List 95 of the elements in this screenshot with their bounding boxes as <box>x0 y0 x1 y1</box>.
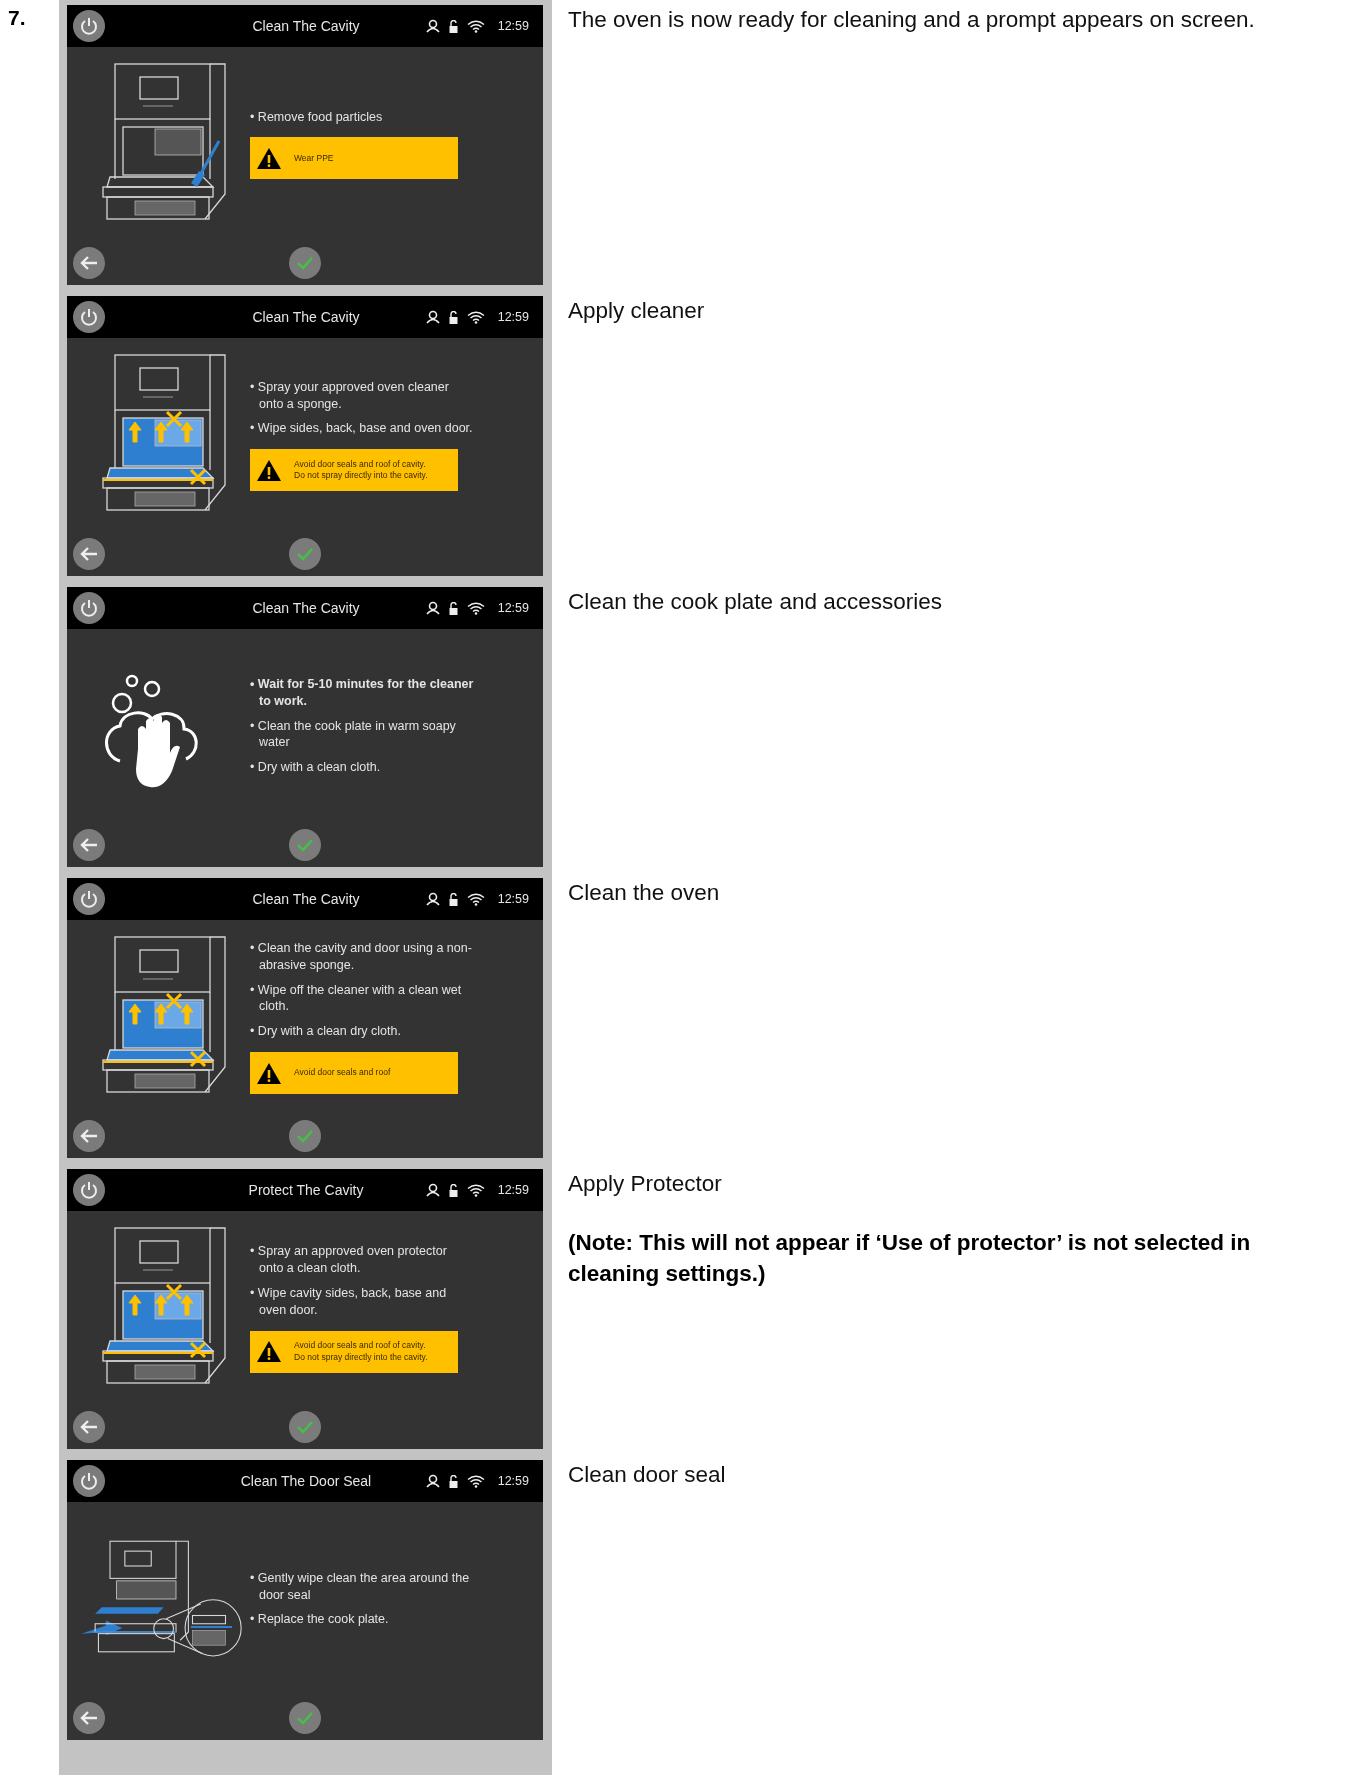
confirm-button[interactable] <box>289 247 321 279</box>
power-icon <box>79 307 99 327</box>
power-icon <box>79 598 99 618</box>
screen-title: Clean The Cavity <box>251 891 360 907</box>
instruction-text: • Clean the cavity and door using a non-abrasive sponge. <box>250 939 473 974</box>
confirm-button[interactable] <box>289 829 321 861</box>
check-icon <box>296 255 314 271</box>
screen-title: Clean The Cavity <box>251 309 360 325</box>
warning-text: Wear PPE <box>294 152 334 165</box>
instruction-text: • Clean the cook plate in warm soapy water <box>250 717 457 752</box>
power-icon <box>79 889 99 909</box>
instruction-text: • Wipe sides, back, base and oven door. <box>250 420 474 438</box>
arrow-left-icon <box>79 837 99 853</box>
lock-icon <box>448 1474 458 1488</box>
user-icon <box>425 19 440 33</box>
lock-icon <box>448 601 458 615</box>
check-icon <box>296 1128 314 1144</box>
instruction-text: • Gently wipe clean the area around the door seal <box>250 1569 471 1604</box>
check-icon <box>296 837 314 853</box>
warning-icon <box>256 458 282 482</box>
back-button[interactable] <box>73 1702 105 1734</box>
power-button[interactable] <box>73 592 105 624</box>
user-icon <box>425 1474 440 1488</box>
wifi-icon <box>466 1474 485 1488</box>
wifi-icon <box>466 310 485 324</box>
warning-icon <box>256 1061 282 1085</box>
user-icon <box>425 601 440 615</box>
user-icon <box>425 1183 440 1197</box>
user-icon <box>425 892 440 906</box>
instruction-text: • Dry with a clean cloth. <box>250 759 382 777</box>
step-caption: Clean the oven <box>568 879 721 907</box>
instruction-text: • Replace the cook plate. <box>250 1611 390 1629</box>
power-button[interactable] <box>73 1174 105 1206</box>
step-caption: Apply cleaner <box>568 297 706 325</box>
back-button[interactable] <box>73 829 105 861</box>
instruction-text: • Remove food particles <box>250 108 384 126</box>
status-time: 12:59 <box>497 1183 529 1197</box>
power-icon <box>79 16 99 36</box>
step-note: (Note: This will not appear if ‘Use of protector’ is not selected in cleaning settings.) <box>568 1229 1252 1288</box>
back-button[interactable] <box>73 1411 105 1443</box>
step-caption: Apply Protector <box>568 1170 723 1198</box>
confirm-button[interactable] <box>289 1411 321 1443</box>
step-caption: Clean the cook plate and accessories <box>568 588 943 616</box>
lock-icon <box>448 892 458 906</box>
wifi-icon <box>466 601 485 615</box>
arrow-left-icon <box>79 1710 99 1726</box>
power-button[interactable] <box>73 1465 105 1497</box>
arrow-left-icon <box>79 546 99 562</box>
confirm-button[interactable] <box>289 538 321 570</box>
warning-icon <box>256 1340 282 1364</box>
power-button[interactable] <box>73 301 105 333</box>
back-button[interactable] <box>73 538 105 570</box>
status-time: 12:59 <box>497 19 529 33</box>
status-time: 12:59 <box>497 1474 529 1488</box>
instruction-text: • Wipe cavity sides, back, base and oven door. <box>250 1285 448 1319</box>
step-caption: Clean door seal <box>568 1461 727 1489</box>
instruction-text: • Spray an approved oven protector onto a clean cloth. <box>250 1243 448 1277</box>
user-icon <box>425 310 440 324</box>
confirm-button[interactable] <box>289 1120 321 1152</box>
warning-text: Avoid door seals and roof of cavity. Do not spray directly into the cavity. <box>294 1340 428 1364</box>
arrow-left-icon <box>79 255 99 271</box>
instruction-text: • Spray your approved oven cleaner onto a sponge. <box>250 378 450 413</box>
warning-text: Avoid door seals and roof <box>294 1067 391 1079</box>
check-icon <box>296 1710 314 1726</box>
screen-title: Protect The Cavity <box>247 1182 364 1198</box>
screen-title: Clean The Cavity <box>251 18 360 34</box>
arrow-left-icon <box>79 1419 99 1435</box>
wifi-icon <box>466 19 485 33</box>
screen-title: Clean The Cavity <box>251 600 360 616</box>
lock-icon <box>448 19 458 33</box>
status-time: 12:59 <box>497 892 529 906</box>
step-caption: The oven is now ready for cleaning and a prompt appears on screen. <box>568 6 1256 34</box>
warning-icon <box>256 146 282 170</box>
screen-title: Clean The Door Seal <box>239 1473 372 1489</box>
check-icon <box>296 1419 314 1435</box>
power-button[interactable] <box>73 883 105 915</box>
lock-icon <box>448 310 458 324</box>
arrow-left-icon <box>79 1128 99 1144</box>
check-icon <box>296 546 314 562</box>
confirm-button[interactable] <box>289 1702 321 1734</box>
power-icon <box>79 1471 99 1491</box>
power-button[interactable] <box>73 10 105 42</box>
status-time: 12:59 <box>497 310 529 324</box>
instruction-text: • Dry with a clean dry cloth. <box>250 1023 402 1041</box>
wifi-icon <box>466 1183 485 1197</box>
back-button[interactable] <box>73 1120 105 1152</box>
instruction-text: • Wait for 5-10 minutes for the cleaner to work. <box>250 675 474 710</box>
instruction-text: • Wipe off the cleaner with a clean wet cloth. <box>250 981 463 1016</box>
wifi-icon <box>466 892 485 906</box>
step-number: 7. <box>8 6 26 29</box>
back-button[interactable] <box>73 247 105 279</box>
lock-icon <box>448 1183 458 1197</box>
power-icon <box>79 1180 99 1200</box>
status-time: 12:59 <box>497 601 529 615</box>
warning-text: Avoid door seals and roof of cavity. Do not spray directly into the cavity. <box>294 458 428 482</box>
